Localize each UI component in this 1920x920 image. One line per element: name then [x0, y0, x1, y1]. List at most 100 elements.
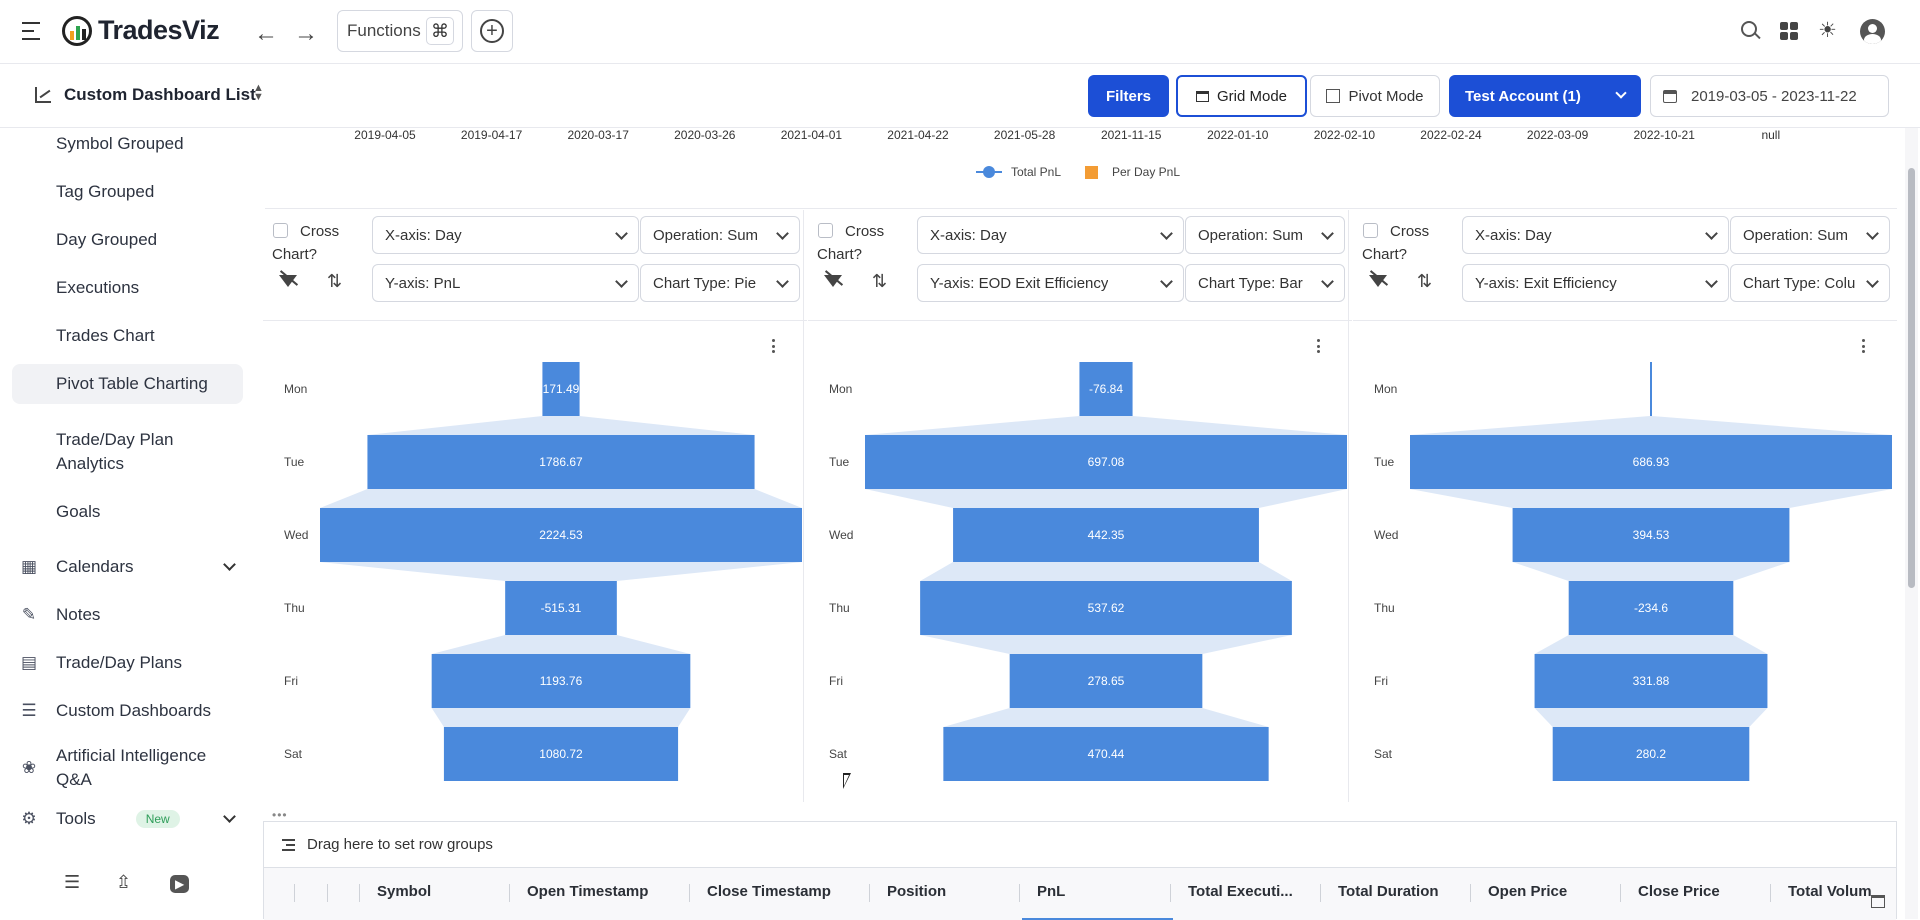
y-axis-select[interactable]: Y-axis: EOD Exit Efficiency [917, 264, 1184, 302]
chevron-down-icon[interactable] [223, 558, 236, 571]
pivot-table-icon [1326, 89, 1341, 103]
pivot-mode-label: Pivot Mode [1348, 87, 1424, 105]
x-axis-select[interactable]: X-axis: Day [917, 216, 1184, 254]
sidebar-item-pivot-table-charting[interactable]: Pivot Table Charting [12, 364, 243, 404]
account-selector[interactable]: Test Account (1) [1449, 75, 1641, 117]
column-header[interactable]: Total Executi... [1188, 883, 1293, 900]
user-avatar-icon[interactable] [1860, 19, 1885, 44]
column-separator[interactable] [689, 884, 690, 902]
legend-label[interactable]: Per Day PnL [1112, 165, 1180, 179]
column-header[interactable]: Open Price [1488, 883, 1567, 900]
legend-label[interactable]: Total PnL [1011, 165, 1061, 179]
operation-select[interactable]: Operation: Sum [1185, 216, 1345, 254]
bar-value-label: 171.49 [543, 382, 580, 396]
column-separator[interactable] [509, 884, 510, 902]
filter-off-icon[interactable] [279, 270, 299, 287]
search-icon[interactable] [1741, 21, 1761, 40]
column-separator[interactable] [1620, 884, 1621, 902]
filter-off-icon[interactable] [824, 270, 844, 287]
chart-type-select[interactable]: Chart Type: Colu [1730, 264, 1890, 302]
operation-select[interactable]: Operation: Sum [1730, 216, 1890, 254]
top-chart-x-tick: 2021-04-01 [780, 128, 843, 142]
sidebar-group-artificial-intelligence-q-a[interactable]: ❀ Artificial Intelligence Q&A [18, 744, 238, 792]
sort-icon[interactable]: ⇅ [872, 271, 887, 292]
column-header[interactable]: PnL [1037, 883, 1065, 900]
x-axis-select[interactable]: X-axis: Day [372, 216, 639, 254]
bar-value-label: 1193.76 [540, 674, 583, 688]
category-label: Thu [1374, 601, 1395, 615]
sidebar-group-custom-dashboards[interactable]: ☰ Custom Dashboards [18, 696, 238, 726]
app-name[interactable]: TradesViz [98, 15, 220, 46]
column-separator[interactable] [1770, 884, 1771, 902]
column-separator[interactable] [359, 884, 360, 902]
y-axis-select[interactable]: Y-axis: Exit Efficiency [1462, 264, 1729, 302]
sidebar-item-day-grouped[interactable]: Day Grouped [12, 220, 243, 260]
chart-type-select[interactable]: Chart Type: Bar [1185, 264, 1345, 302]
forward-arrow-icon[interactable]: → [294, 20, 318, 48]
panel-divider [1353, 320, 1897, 321]
filter-off-icon[interactable] [1369, 270, 1389, 287]
row-group-panel[interactable]: Drag here to set row groups [264, 822, 1896, 868]
sidebar-item-executions[interactable]: Executions [12, 268, 243, 308]
date-range-picker[interactable]: 2019-03-05 - 2023-11-22 [1650, 75, 1889, 117]
dashboard-title[interactable]: Custom Dashboard List [64, 85, 256, 105]
column-header[interactable]: Open Timestamp [527, 883, 648, 900]
column-header[interactable]: Position [887, 883, 946, 900]
category-label: Wed [1374, 528, 1398, 542]
apps-grid-icon[interactable] [1780, 22, 1798, 40]
filters-button[interactable]: Filters [1088, 75, 1169, 117]
functions-button[interactable]: Functions ⌘ [337, 10, 463, 52]
scrollbar-thumb[interactable] [1908, 168, 1915, 588]
chart-bar[interactable] [1650, 362, 1652, 416]
sidebar-item-trade-day-plan-analytics[interactable]: Trade/Day Plan Analytics [12, 420, 243, 484]
funnel-connector [920, 562, 1292, 581]
column-header[interactable]: Close Price [1638, 883, 1720, 900]
sort-icon[interactable]: ⇅ [327, 271, 342, 292]
column-header[interactable]: Symbol [377, 883, 431, 900]
resize-handle-dots[interactable]: ••• [272, 808, 288, 822]
column-header[interactable]: Total Duration [1338, 883, 1439, 900]
youtube-icon[interactable]: ▶ [170, 875, 190, 893]
upload-icon[interactable]: ⇫ [116, 872, 131, 893]
column-separator[interactable] [1170, 884, 1171, 902]
sidebar: Symbol Grouped Tag Grouped Day Grouped Exec… [0, 128, 255, 919]
sort-updown-icon[interactable]: ▲ ▼ [253, 83, 264, 103]
add-tab-button[interactable]: + [471, 10, 513, 52]
sidebar-group-calendars[interactable]: ▦ Calendars [18, 552, 238, 582]
column-separator[interactable] [1320, 884, 1321, 902]
back-arrow-icon[interactable]: ← [254, 20, 278, 48]
sliders-icon[interactable]: ☰ [64, 872, 80, 893]
vertical-scrollbar[interactable] [1905, 128, 1918, 919]
sidebar-group-trade-day-plans[interactable]: ▤ Trade/Day Plans [18, 648, 238, 678]
sidebar-item-label: Goals [56, 502, 101, 521]
chevron-down-icon[interactable] [223, 810, 236, 823]
operation-select-value: Operation: Sum [1198, 226, 1304, 244]
column-header[interactable]: Close Timestamp [707, 883, 831, 900]
grid-mode-button[interactable]: Grid Mode [1176, 75, 1307, 117]
column-separator[interactable] [1019, 884, 1020, 902]
category-label: Wed [829, 528, 853, 542]
sidebar-item-label: Executions [56, 278, 140, 297]
sidebar-item-tag-grouped[interactable]: Tag Grouped [12, 172, 243, 212]
grid-sidebar-icon[interactable] [1871, 895, 1885, 908]
sort-icon[interactable]: ⇅ [1417, 271, 1432, 292]
sidebar-item-symbol-grouped[interactable]: Symbol Grouped [12, 128, 243, 164]
column-separator[interactable] [327, 884, 328, 902]
pivot-mode-button[interactable]: Pivot Mode [1310, 75, 1440, 117]
sidebar-item-goals[interactable]: Goals [12, 492, 243, 532]
column-header[interactable]: Total Volum [1788, 883, 1872, 900]
sidebar-group-tools[interactable]: ⚙ Tools New [18, 804, 238, 834]
sidebar-item-trades-chart[interactable]: Trades Chart [12, 316, 243, 356]
brain-icon: ❀ [21, 758, 37, 777]
hamburger-menu-icon[interactable] [22, 22, 42, 40]
sidebar-group-notes[interactable]: ✎ Notes [18, 600, 238, 630]
column-separator[interactable] [294, 884, 295, 902]
x-axis-select[interactable]: X-axis: Day [1462, 216, 1729, 254]
column-separator[interactable] [869, 884, 870, 902]
operation-select[interactable]: Operation: Sum [640, 216, 800, 254]
theme-sun-icon[interactable]: ☀ [1818, 18, 1837, 43]
column-separator[interactable] [1470, 884, 1471, 902]
category-label: Sat [284, 747, 303, 761]
y-axis-select[interactable]: Y-axis: PnL [372, 264, 639, 302]
chart-type-select[interactable]: Chart Type: Pie [640, 264, 800, 302]
